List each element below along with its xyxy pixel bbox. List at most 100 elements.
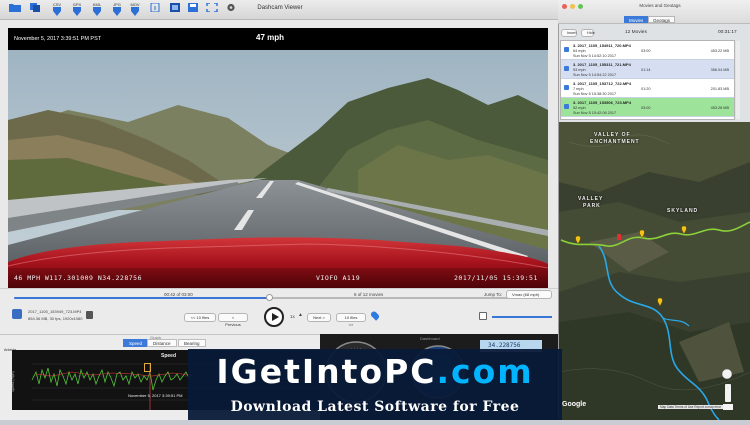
movie-list-scrollbar[interactable] (736, 41, 740, 119)
movie-row-1[interactable]: 3. 2017_1105_154911_720.MP4 64 mph 03:00… (561, 41, 734, 60)
file-meta-info: 854.36 MB, 30 fps, 1920x1080 (28, 316, 83, 321)
jump-to-label: Jump To: (484, 292, 503, 297)
file-name-info: 2017_1105_153949_723.MP4 (28, 309, 82, 314)
watermark-brand-tld: .com (436, 352, 534, 391)
movie-duration: 01:14 (641, 68, 651, 72)
export-jpg-icon[interactable]: JPG (110, 3, 124, 16)
minimize-window-icon[interactable] (570, 4, 575, 9)
watermark-brand-main: IGetIntoPC (216, 352, 437, 391)
checkbox-checked-icon[interactable] (564, 47, 569, 52)
insert-button[interactable]: Insert (561, 29, 577, 37)
info-icon[interactable] (148, 3, 162, 16)
hide-button[interactable]: Hide (581, 29, 595, 37)
movie-name: 3. 2017_1105_154911_720.MP4 (573, 43, 631, 48)
movie-size: 356.04 MB (710, 68, 729, 72)
time-readout: 00:42 of 03:00 (164, 292, 193, 297)
playback-speed-label: 1x (290, 314, 295, 319)
jump-to-select[interactable]: Vmax (68 mph) (506, 290, 552, 299)
google-logo: Google (562, 401, 587, 408)
movie-name: 3. 2017_1105_153712_722.MP4 (573, 81, 632, 86)
movies-window-title: Movies and Geotags (639, 3, 681, 8)
map-label-valley: VALLEY (578, 196, 604, 202)
graph-cursor-marker (144, 363, 151, 372)
movie-speed: 52 mph (573, 106, 586, 110)
movie-count-readout: 6 of 12 movies (354, 292, 384, 297)
volume-slider[interactable] (492, 316, 552, 318)
map-label-skyland: SKYLAND (667, 208, 699, 214)
export-csv-icon[interactable]: CSV (50, 3, 64, 16)
copy-files-icon[interactable] (28, 3, 42, 16)
movie-duration: 01:20 (641, 87, 651, 91)
graph-date-label: November 5, 2017 3:39:51 PM (128, 393, 183, 398)
movie-size: 201.83 MB (710, 87, 729, 91)
map-label-enchantment: ENCHANTMENT (590, 139, 640, 145)
movie-date: Sun Nov 5 14:54:22 2017 (573, 73, 617, 77)
movie-date: Sun Nov 5 15:38:30 2017 (573, 92, 617, 96)
map-marker-icon (12, 309, 22, 319)
total-duration: 00:31:17 (718, 30, 737, 35)
movie-size: 453.26 MB (710, 106, 729, 110)
open-folder-icon[interactable] (8, 3, 22, 16)
map-label-valley-of: VALLEY OF (594, 132, 631, 138)
map-label-park: PARK (583, 203, 601, 209)
movie-row-2[interactable]: 3. 2017_1105_155311_721.MP4 53 mph 01:14… (561, 60, 734, 79)
dashboard-panel-title: Dashboard (420, 336, 440, 341)
movie-date: Sun Nov 5 15:42:08 2017 (573, 111, 617, 115)
next-10-files-button[interactable]: 10 files >> (336, 313, 366, 327)
movie-count: 12 Movies (625, 30, 647, 35)
overlay-speed: 47 mph (256, 33, 285, 42)
checkbox-checked-icon[interactable] (564, 104, 569, 109)
video-stamp-camera: VIOFO A119 (316, 274, 361, 282)
movie-name: 3. 2017_1105_155311_721.MP4 (573, 62, 631, 67)
checkbox-checked-icon[interactable] (564, 66, 569, 71)
movie-row-3[interactable]: 3. 2017_1105_153712_722.MP4 7 mph 01:20 … (561, 79, 734, 98)
overlay-date: November 5, 2017 3:39:51 PM PST (14, 36, 102, 42)
movie-speed: 53 mph (573, 68, 586, 72)
video-overlay-bar: November 5, 2017 3:39:51 PM PST 47 mph (8, 28, 548, 50)
volume-icon[interactable] (479, 312, 487, 320)
export-kml-icon[interactable]: KML (90, 3, 104, 16)
movie-row-4[interactable]: 3. 2017_1105_153506_723.MP4 52 mph 03:00… (561, 98, 734, 117)
tab-movies[interactable]: Movies (624, 16, 649, 23)
movie-speed: 64 mph (573, 49, 586, 53)
watermark-brand: IGetIntoPC.com (188, 352, 562, 391)
gear-icon[interactable] (224, 3, 238, 16)
film-icon[interactable] (168, 3, 182, 16)
tab-distance[interactable]: Distance (147, 339, 177, 347)
movie-duration: 03:00 (641, 106, 651, 110)
graph-y-axis-label: Speed (mph) (11, 371, 15, 392)
export-mov-icon[interactable]: MOV (128, 3, 142, 16)
tab-bearing[interactable]: Bearing (178, 339, 206, 347)
graph-plot-title: Speed (161, 353, 177, 359)
checkbox-checked-icon[interactable] (564, 85, 569, 90)
save-frame-icon[interactable] (86, 311, 93, 319)
export-gpx-icon[interactable]: GPX (70, 3, 84, 16)
map-footer-links[interactable]: Map Data Terms of Use Report a map error (658, 405, 724, 409)
window-title: Dashcam Viewer (257, 5, 303, 11)
previous-button[interactable]: < Previous (218, 313, 248, 327)
dashboard-coordinate-readout: 34.228756 (488, 342, 521, 349)
timeline-progress (14, 297, 269, 299)
tab-speed[interactable]: Speed (123, 339, 149, 347)
fullscreen-icon[interactable] (205, 3, 219, 16)
timeline-handle[interactable] (266, 294, 273, 301)
movie-name: 3. 2017_1105_153506_723.MP4 (573, 100, 632, 105)
road-scene-image (8, 50, 548, 288)
play-button[interactable] (264, 307, 284, 327)
video-stamp-timestamp: 2017/11/05 15:39:51 (454, 274, 538, 282)
speed-stepper-icon[interactable]: ▲ (298, 312, 303, 318)
save-icon[interactable] (186, 3, 200, 16)
next-button[interactable]: Next > (307, 313, 331, 322)
video-frame[interactable] (8, 50, 548, 288)
satellite-map[interactable] (559, 122, 750, 420)
tab-geotags[interactable]: Geotags (648, 16, 676, 23)
movie-duration: 03:00 (641, 49, 651, 53)
movie-date: Sun Nov 5 14:52:10 2017 (573, 54, 617, 58)
zoom-window-icon[interactable] (578, 4, 583, 9)
prev-10-files-button[interactable]: << 10 files (184, 313, 216, 322)
terrain-map-image (559, 122, 750, 420)
watermark-tagline: Download Latest Software for Free (230, 399, 520, 415)
close-window-icon[interactable] (562, 4, 567, 9)
movie-size: 453.22 MB (710, 49, 729, 53)
video-stamp-location: 46 MPH W117.301009 N34.228756 (14, 274, 142, 282)
